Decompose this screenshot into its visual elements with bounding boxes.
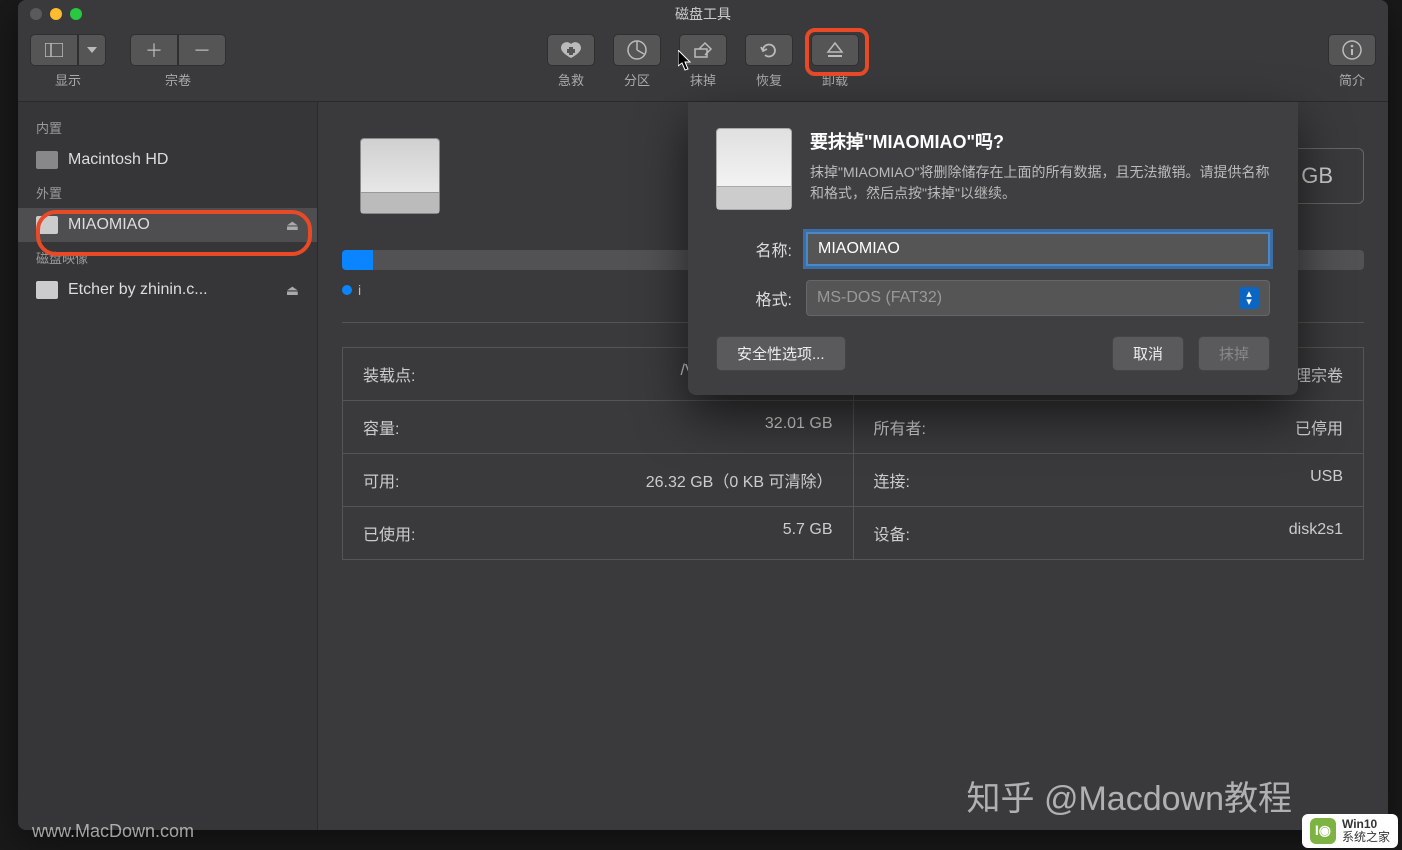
volume-large-icon (342, 122, 457, 230)
win10-badge: I◉ Win10系统之家 (1302, 814, 1398, 848)
dialog-disk-icon (716, 128, 792, 210)
sidebar-item-label: Macintosh HD (68, 151, 168, 169)
titlebar: 磁盘工具 (18, 0, 1388, 28)
first-aid-label: 急救 (558, 70, 584, 89)
erase-dialog: 要抹掉"MIAOMIAO"吗? 抹掉"MIAOMIAO"将删除储存在上面的所有数… (688, 102, 1298, 395)
view-sidebar-button[interactable] (30, 34, 78, 66)
watermark-macdown: www.MacDown.com (32, 821, 194, 842)
partition-label: 分区 (624, 70, 650, 89)
sidebar-item-label: MIAOMIAO (68, 216, 150, 234)
eject-icon[interactable]: ⏏ (286, 282, 299, 299)
legend-dot-icon (342, 285, 352, 295)
main-pane: 32.01 GB i 装载点:/Volumes/MIAOMIAO 容量:32.0… (318, 102, 1388, 830)
volume-remove-button[interactable]: － (178, 34, 226, 66)
info-row-available: 可用:26.32 GB（0 KB 可清除） (343, 454, 853, 507)
dialog-title: 要抹掉"MIAOMIAO"吗? (810, 128, 1270, 154)
toolbar: 显示 ＋ － 宗卷 急救 分区 (18, 28, 1388, 102)
sidebar-internal-header: 内置 (18, 112, 317, 143)
sidebar-images-header: 磁盘映像 (18, 242, 317, 273)
minimize-button[interactable] (50, 8, 62, 20)
disk-icon (36, 216, 58, 234)
info-row-owner: 所有者:已停用 (854, 401, 1364, 454)
restore-label: 恢复 (756, 70, 782, 89)
info-row-used: 已使用:5.7 GB (343, 507, 853, 559)
first-aid-button[interactable] (547, 34, 595, 66)
window-title: 磁盘工具 (18, 4, 1388, 24)
info-row-device: 设备:disk2s1 (854, 507, 1364, 559)
name-label: 名称: (716, 237, 806, 261)
eject-icon[interactable]: ⏏ (286, 217, 299, 234)
toolbar-center: 急救 分区 抹掉 恢复 (547, 34, 859, 89)
close-button[interactable] (30, 8, 42, 20)
body: 内置 Macintosh HD 外置 MIAOMIAO ⏏ 磁盘映像 Etche… (18, 102, 1388, 830)
toolbar-view-group: 显示 (30, 34, 106, 89)
erase-label: 抹掉 (690, 70, 716, 89)
name-input[interactable] (806, 232, 1270, 266)
security-options-button[interactable]: 安全性选项... (716, 336, 846, 371)
sidebar-item-etcher[interactable]: Etcher by zhinin.c... ⏏ (18, 273, 317, 307)
traffic-lights (30, 8, 82, 20)
partition-button[interactable] (613, 34, 661, 66)
format-value: MS-DOS (FAT32) (817, 289, 942, 307)
restore-button[interactable] (745, 34, 793, 66)
sidebar-external-header: 外置 (18, 177, 317, 208)
info-row-capacity: 容量:32.01 GB (343, 401, 853, 454)
info-label: 简介 (1339, 70, 1365, 89)
disk-utility-window: 磁盘工具 显示 ＋ － 宗卷 (18, 0, 1388, 830)
sidebar-item-miaomiao[interactable]: MIAOMIAO ⏏ (18, 208, 317, 242)
format-select[interactable]: MS-DOS (FAT32) ▴▾ (806, 280, 1270, 316)
view-dropdown-button[interactable] (78, 34, 106, 66)
cancel-button[interactable]: 取消 (1112, 336, 1184, 371)
watermark-zhihu: 知乎 @Macdown教程 (967, 771, 1292, 820)
info-row-connection: 连接:USB (854, 454, 1364, 507)
unmount-label: 卸载 (822, 70, 848, 89)
toolbar-volume-group: ＋ － 宗卷 (130, 34, 226, 89)
maximize-button[interactable] (70, 8, 82, 20)
info-button[interactable] (1328, 34, 1376, 66)
sidebar-item-macintosh-hd[interactable]: Macintosh HD (18, 143, 317, 177)
sidebar-item-label: Etcher by zhinin.c... (68, 281, 208, 299)
sidebar: 内置 Macintosh HD 外置 MIAOMIAO ⏏ 磁盘映像 Etche… (18, 102, 318, 830)
disk-icon (36, 151, 58, 169)
unmount-button[interactable] (811, 34, 859, 66)
format-label: 格式: (716, 286, 806, 310)
usage-used-segment (342, 250, 373, 270)
cursor-icon (678, 50, 694, 72)
win10-logo-icon: I◉ (1310, 818, 1336, 844)
erase-confirm-button[interactable]: 抹掉 (1198, 336, 1270, 371)
view-label: 显示 (55, 70, 81, 89)
dialog-description: 抹掉"MIAOMIAO"将删除储存在上面的所有数据，且无法撤销。请提供名称和格式… (810, 162, 1270, 204)
volume-label: 宗卷 (165, 70, 191, 89)
volume-add-button[interactable]: ＋ (130, 34, 178, 66)
disk-icon (36, 281, 58, 299)
chevron-updown-icon: ▴▾ (1239, 287, 1259, 309)
